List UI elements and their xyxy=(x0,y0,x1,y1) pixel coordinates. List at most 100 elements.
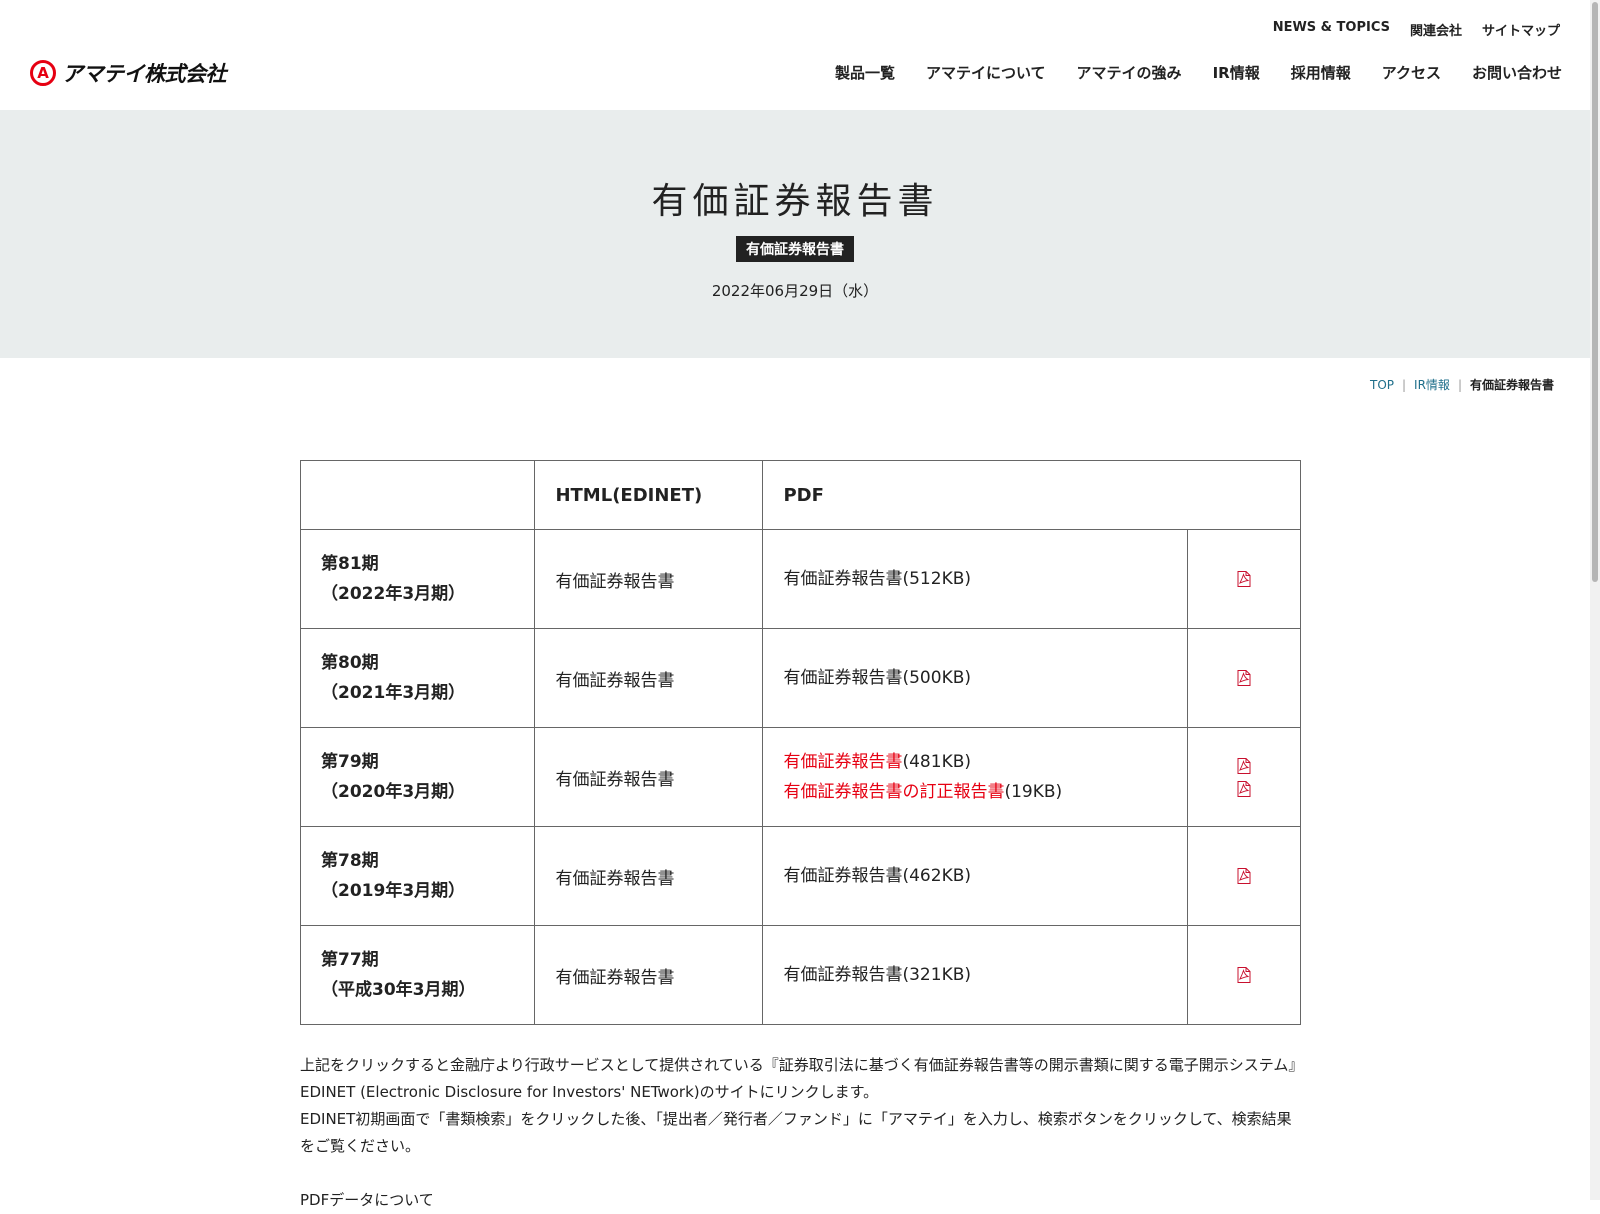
table-header-row: HTML(EDINET) PDF xyxy=(299,460,1301,530)
fiscal-year: （平成30年3月期） xyxy=(321,980,476,1000)
file-size: (321KB) xyxy=(902,965,972,985)
html-cell: 有価証券報告書 xyxy=(534,529,764,629)
period-number: 第80期 xyxy=(321,653,379,673)
edinet-link[interactable]: 有価証券報告書 xyxy=(555,671,674,691)
pdf-entry: 有価証券報告書(512KB) xyxy=(783,564,1167,594)
fiscal-year: （2020年3月期） xyxy=(321,782,466,802)
scrollbar[interactable] xyxy=(1590,0,1600,1200)
edinet-link[interactable]: 有価証券報告書 xyxy=(555,770,674,790)
utility-nav: NEWS & TOPICS 関連会社 サイトマップ xyxy=(1273,20,1560,39)
pdf-link[interactable]: 有価証券報告書 xyxy=(783,668,902,688)
period-number: 第81期 xyxy=(321,554,379,574)
breadcrumb-current: 有価証券報告書 xyxy=(1469,378,1554,392)
html-cell: 有価証券報告書 xyxy=(534,925,764,1025)
nav-about[interactable]: アマテイについて xyxy=(926,62,1046,83)
category-badge: 有価証券報告書 xyxy=(736,236,854,262)
pdf-icon-cell xyxy=(1187,727,1301,827)
pdf-entry: 有価証券報告書(462KB) xyxy=(783,861,1167,891)
pdf-icon[interactable] xyxy=(1237,571,1251,587)
nav-news-topics[interactable]: NEWS & TOPICS xyxy=(1273,20,1390,39)
amatei-logo-icon: A xyxy=(30,60,56,86)
nav-ir[interactable]: IR情報 xyxy=(1213,62,1260,83)
period-number: 第79期 xyxy=(321,752,379,772)
fiscal-year: （2022年3月期） xyxy=(321,584,466,604)
pdf-icon[interactable] xyxy=(1237,967,1251,983)
fiscal-year: （2019年3月期） xyxy=(321,881,466,901)
pdf-icon-cell xyxy=(1187,925,1301,1025)
table-row: 第77期 （平成30年3月期） 有価証券報告書 有価証券報告書(321KB) xyxy=(299,925,1301,1025)
table-row: 第79期 （2020年3月期） 有価証券報告書 有価証券報告書(481KB) 有価証券報… xyxy=(299,727,1301,827)
pdf-cell: 有価証券報告書(321KB) xyxy=(762,925,1189,1025)
header-html: HTML(EDINET) xyxy=(534,460,764,530)
publish-date: 2022年06月29日（水） xyxy=(711,282,879,300)
period-cell: 第79期 （2020年3月期） xyxy=(299,727,536,827)
pdf-icon-cell xyxy=(1187,529,1301,629)
pdf-link[interactable]: 有価証券報告書 xyxy=(783,965,902,985)
pdf-entry: 有価証券報告書(481KB) xyxy=(783,747,1167,777)
pdf-icon[interactable] xyxy=(1237,670,1251,686)
table-row: 第78期 （2019年3月期） 有価証券報告書 有価証券報告書(462KB) xyxy=(299,826,1301,926)
pdf-icon-cell xyxy=(1187,628,1301,728)
breadcrumb: TOP | IR情報 | 有価証券報告書 xyxy=(1370,376,1554,393)
pdf-icon-cell xyxy=(1187,826,1301,926)
notes-section: 上記をクリックすると金融庁より行政サービスとして提供されている『証券取引法に基づ… xyxy=(300,1052,1302,1214)
logo-text: アマテイ株式会社 xyxy=(62,62,227,86)
page-hero: 有価証券報告書 有価証券報告書 2022年06月29日（水） xyxy=(0,110,1590,358)
breadcrumb-top[interactable]: TOP xyxy=(1370,378,1394,392)
nav-recruit[interactable]: 採用情報 xyxy=(1291,62,1351,83)
pdf-link[interactable]: 有価証券報告書の訂正報告書 xyxy=(783,782,1004,802)
pdf-icon[interactable] xyxy=(1237,757,1251,774)
pdf-cell: 有価証券報告書(481KB) 有価証券報告書の訂正報告書(19KB) xyxy=(762,727,1189,827)
fiscal-year: （2021年3月期） xyxy=(321,683,466,703)
main-nav: 製品一覧 アマテイについて アマテイの強み IR情報 採用情報 アクセス お問い… xyxy=(835,62,1562,83)
search-instructions: EDINET初期画面で「書類検索」をクリックした後、「提出者／発行者／ファンド」… xyxy=(300,1110,1292,1155)
html-cell: 有価証券報告書 xyxy=(534,826,764,926)
table-row: 第80期 （2021年3月期） 有価証券報告書 有価証券報告書(500KB) xyxy=(299,628,1301,728)
file-size: (19KB) xyxy=(1004,782,1063,802)
file-size: (500KB) xyxy=(902,668,972,688)
pdf-cell: 有価証券報告書(512KB) xyxy=(762,529,1189,629)
pdf-data-heading: PDFデータについて xyxy=(300,1191,434,1209)
html-cell: 有価証券報告書 xyxy=(534,628,764,728)
period-cell: 第78期 （2019年3月期） xyxy=(299,826,536,926)
period-cell: 第81期 （2022年3月期） xyxy=(299,529,536,629)
site-logo[interactable]: A アマテイ株式会社 xyxy=(30,58,227,88)
pdf-entry: 有価証券報告書(321KB) xyxy=(783,960,1167,990)
nav-related-companies[interactable]: 関連会社 xyxy=(1410,20,1462,39)
table-row: 第81期 （2022年3月期） 有価証券報告書 有価証券報告書(512KB) xyxy=(299,529,1301,629)
pdf-cell: 有価証券報告書(462KB) xyxy=(762,826,1189,926)
page-title: 有価証券報告書 xyxy=(651,181,939,222)
pdf-link[interactable]: 有価証券報告書 xyxy=(783,866,902,886)
header-pdf: PDF xyxy=(762,460,1301,530)
edinet-link[interactable]: 有価証券報告書 xyxy=(555,968,674,988)
period-number: 第78期 xyxy=(321,851,379,871)
period-cell: 第80期 （2021年3月期） xyxy=(299,628,536,728)
html-cell: 有価証券報告書 xyxy=(534,727,764,827)
site-header: A アマテイ株式会社 NEWS & TOPICS 関連会社 サイトマップ 製品一… xyxy=(0,0,1590,110)
pdf-icon[interactable] xyxy=(1237,868,1251,884)
period-number: 第77期 xyxy=(321,950,379,970)
nav-contact[interactable]: お問い合わせ xyxy=(1472,62,1562,83)
nav-access[interactable]: アクセス xyxy=(1382,62,1441,83)
pdf-cell: 有価証券報告書(500KB) xyxy=(762,628,1189,728)
file-size: (462KB) xyxy=(902,866,972,886)
pdf-link[interactable]: 有価証券報告書 xyxy=(783,569,902,589)
nav-sitemap[interactable]: サイトマップ xyxy=(1482,20,1560,39)
breadcrumb-ir[interactable]: IR情報 xyxy=(1414,376,1450,393)
reports-table: HTML(EDINET) PDF 第81期 （2022年3月期） 有価証券報告書 有価… xyxy=(299,460,1301,1025)
edinet-link[interactable]: 有価証券報告書 xyxy=(555,869,674,889)
pdf-icon[interactable] xyxy=(1237,780,1251,797)
edinet-note: 上記をクリックすると金融庁より行政サービスとして提供されている『証券取引法に基づ… xyxy=(300,1056,1296,1101)
header-period xyxy=(299,460,536,530)
edinet-link[interactable]: 有価証券報告書 xyxy=(555,572,674,592)
breadcrumb-separator: | xyxy=(1402,377,1407,392)
nav-products[interactable]: 製品一覧 xyxy=(835,62,895,83)
pdf-entry: 有価証券報告書の訂正報告書(19KB) xyxy=(783,777,1167,807)
file-size: (481KB) xyxy=(902,752,972,772)
scrollbar-thumb[interactable] xyxy=(1592,2,1598,582)
pdf-entry: 有価証券報告書(500KB) xyxy=(783,663,1167,693)
file-size: (512KB) xyxy=(902,569,972,589)
nav-strengths[interactable]: アマテイの強み xyxy=(1077,62,1182,83)
pdf-link[interactable]: 有価証券報告書 xyxy=(783,752,902,772)
breadcrumb-separator: | xyxy=(1457,377,1462,392)
